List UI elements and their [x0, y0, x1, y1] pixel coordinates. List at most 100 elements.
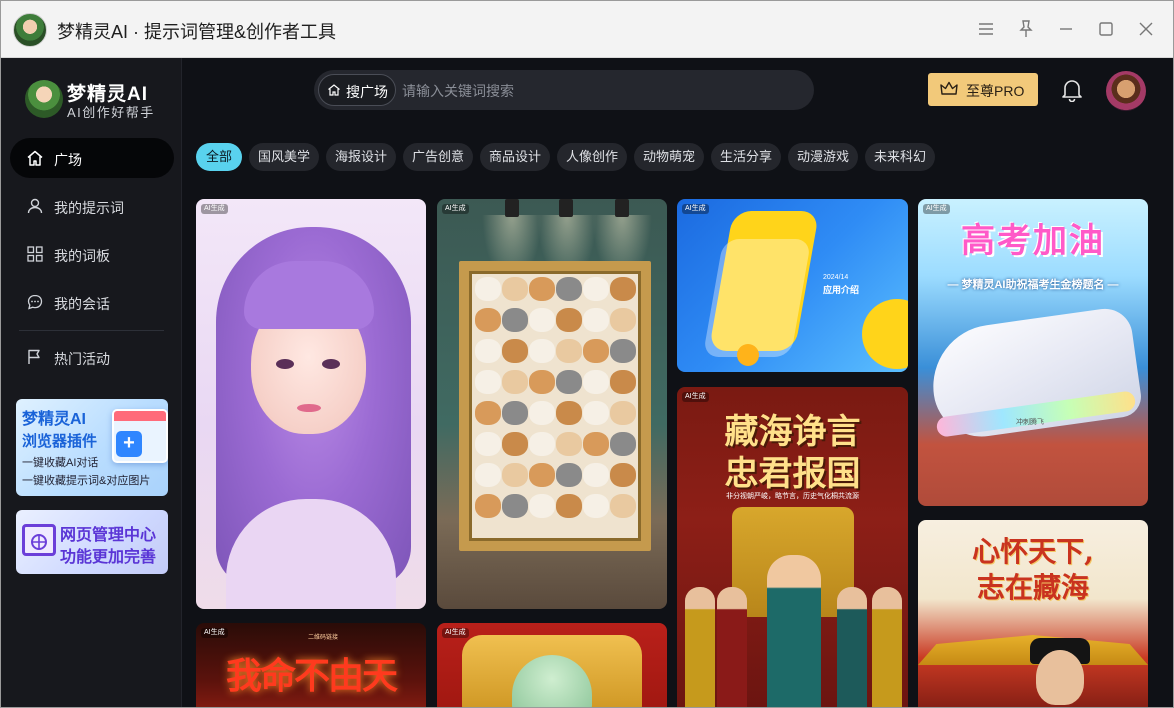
- category-all[interactable]: 全部: [196, 143, 242, 171]
- sidebar-item-label: 我的会话: [54, 296, 110, 312]
- sidebar-item-label: 我的词板: [54, 248, 110, 264]
- puppy-figure: [556, 494, 582, 518]
- sidebar-divider: [19, 330, 164, 331]
- category-life[interactable]: 生活分享: [711, 143, 781, 171]
- close-icon[interactable]: [1134, 17, 1158, 41]
- card-title: 我命不由天: [225, 655, 398, 697]
- puppy-figure: [502, 339, 528, 363]
- category-ad-creative[interactable]: 广告创意: [403, 143, 473, 171]
- category-portrait[interactable]: 人像创作: [557, 143, 627, 171]
- flag-icon: [26, 348, 44, 366]
- category-poster-design[interactable]: 海报设计: [326, 143, 396, 171]
- gallery-card[interactable]: AI生成: [437, 199, 667, 609]
- puppy-figure: [583, 463, 609, 487]
- puppy-figure: [583, 494, 609, 518]
- home-icon: [327, 83, 341, 97]
- browser-plugin-promo[interactable]: 梦精灵AI 浏览器插件 一键收藏AI对话 一键收藏提示词&对应图片 +: [16, 399, 168, 496]
- category-product-design[interactable]: 商品设计: [480, 143, 550, 171]
- card-caption: 2024/14: [823, 274, 849, 281]
- card-art: [862, 299, 908, 369]
- puppy-figure: [475, 370, 501, 394]
- card-title-line: 藏海诤言: [724, 412, 861, 452]
- puppy-figure: [529, 277, 555, 301]
- puppy-figure: [556, 401, 582, 425]
- card-art: [737, 344, 759, 366]
- card-art: [717, 587, 747, 707]
- user-icon: [26, 197, 44, 215]
- card-art: [505, 199, 519, 217]
- puppy-figure: [610, 277, 636, 301]
- puppy-figure: [529, 370, 555, 394]
- gallery-card[interactable]: 二维码链接 我命不由天 AI生成: [196, 623, 426, 707]
- bell-icon[interactable]: [1061, 78, 1083, 103]
- sidebar-item-events[interactable]: 热门活动: [10, 337, 174, 377]
- puppy-figure: [583, 308, 609, 332]
- puppy-figure: [556, 370, 582, 394]
- sidebar-item-my-boards[interactable]: 我的词板: [10, 234, 174, 274]
- card-subtitle: 非分视朝严峻，略节言，历史气化桐共流源: [726, 493, 859, 500]
- sidebar-item-my-prompts[interactable]: 我的提示词: [10, 186, 174, 226]
- puppy-figure: [502, 308, 528, 332]
- gallery-card[interactable]: 心怀天下, 志在藏海: [918, 520, 1148, 707]
- puppy-figure: [610, 494, 636, 518]
- ai-badge: AI生成: [201, 628, 228, 638]
- puppy-figure: [583, 370, 609, 394]
- puppy-figure: [475, 339, 501, 363]
- card-art: [615, 199, 629, 217]
- search-input[interactable]: [400, 76, 804, 106]
- grid-icon: [26, 245, 44, 263]
- puppy-figure: [583, 432, 609, 456]
- minimize-icon[interactable]: [1054, 17, 1078, 41]
- category-sci-fi[interactable]: 未来科幻: [865, 143, 935, 171]
- category-pets[interactable]: 动物萌宠: [634, 143, 704, 171]
- puppy-figure: [529, 432, 555, 456]
- card-art: [559, 199, 573, 217]
- chat-icon: [26, 293, 44, 311]
- gallery-card[interactable]: AI生成: [437, 623, 667, 707]
- pro-button[interactable]: 至尊PRO: [928, 73, 1038, 106]
- gallery-card[interactable]: 高考加油 — 梦精灵AI助祝福考生金榜题名 — 冲刺腾飞 AI生成: [918, 199, 1148, 506]
- puppy-figure: [583, 277, 609, 301]
- promo-line: 网页管理中心: [60, 527, 157, 544]
- card-art: [685, 587, 715, 707]
- category-anime-games[interactable]: 动漫游戏: [788, 143, 858, 171]
- web-center-promo[interactable]: 网页管理中心 功能更加完善: [16, 510, 168, 574]
- puppy-figure: [475, 401, 501, 425]
- app-window: 梦精灵AI · 提示词管理&创作者工具 梦精灵AI AI创作好帮手 广场 我的提…: [0, 0, 1174, 708]
- puppy-figure: [556, 463, 582, 487]
- puppy-figure: [529, 401, 555, 425]
- category-chinese-aesthetics[interactable]: 国风美学: [249, 143, 319, 171]
- pin-icon[interactable]: [1014, 17, 1038, 41]
- sidebar-item-label: 我的提示词: [54, 200, 124, 216]
- puppy-figure: [502, 401, 528, 425]
- card-title-line: 志在藏海: [976, 571, 1089, 604]
- sidebar-item-label: 热门活动: [54, 351, 110, 367]
- card-title-line: 忠君报国: [724, 454, 861, 494]
- promo-line: 一键收藏AI对话: [22, 457, 99, 469]
- globe-window-icon: [22, 524, 56, 556]
- promo-line: 功能更加完善: [60, 549, 157, 566]
- card-title: 心怀天下, 志在藏海: [918, 534, 1148, 606]
- puppy-figure: [475, 432, 501, 456]
- gallery-card[interactable]: AI生成: [196, 199, 426, 609]
- ai-badge: AI生成: [682, 204, 709, 214]
- card-art: [276, 359, 294, 369]
- card-art: [244, 261, 374, 329]
- card-title: 高考加油: [961, 222, 1105, 260]
- puppy-figure: [610, 401, 636, 425]
- sidebar-item-my-chats[interactable]: 我的会话: [10, 282, 174, 322]
- sidebar-item-plaza[interactable]: 广场: [10, 138, 174, 178]
- puppy-figure: [610, 463, 636, 487]
- brand-tagline: AI创作好帮手: [67, 105, 155, 120]
- user-avatar[interactable]: [1106, 71, 1146, 111]
- card-caption: 冲刺腾飞: [1016, 419, 1044, 426]
- search-bar: 搜广场: [314, 70, 814, 110]
- maximize-icon[interactable]: [1094, 17, 1118, 41]
- gallery-card[interactable]: 藏海诤言 忠君报国 非分视朝严峻，略节言，历史气化桐共流源 AI生成: [677, 387, 908, 707]
- ai-badge: AI生成: [923, 204, 950, 214]
- gallery-card[interactable]: 2024/14 应用介绍 AI生成: [677, 199, 908, 372]
- search-scope-button[interactable]: 搜广场: [318, 74, 396, 106]
- sidebar-item-label: 广场: [54, 152, 82, 168]
- card-title-line: 心怀天下,: [972, 535, 1094, 568]
- menu-icon[interactable]: [974, 17, 998, 41]
